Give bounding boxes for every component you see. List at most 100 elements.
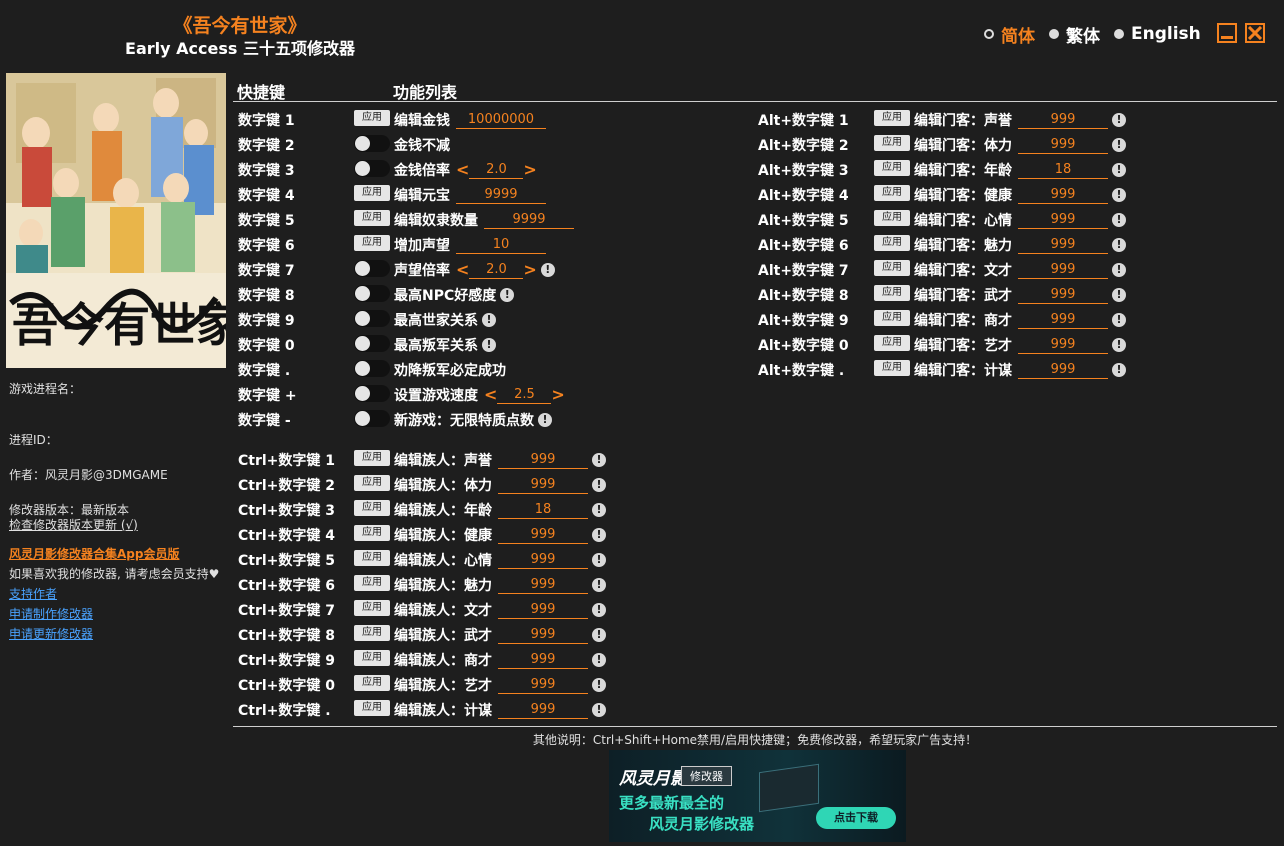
feature-item: 编辑金钱 10000000 — [394, 110, 546, 130]
value-input[interactable]: 999 — [498, 702, 588, 719]
feature-label: 最高NPC好感度 — [394, 288, 497, 304]
minimize-icon[interactable] — [1217, 23, 1237, 43]
lang-option-english[interactable]: English — [1114, 24, 1201, 44]
toggle-switch[interactable] — [354, 310, 390, 327]
toggle-switch[interactable] — [354, 285, 390, 302]
request-make-link[interactable]: 申请制作修改器 — [9, 606, 93, 622]
apply-button[interactable]: 应用 — [874, 360, 910, 376]
hotkey-label: Ctrl+数字键 1 — [238, 453, 336, 469]
apply-button[interactable]: 应用 — [354, 650, 390, 666]
value-input[interactable]: 999 — [1018, 312, 1108, 329]
apply-button[interactable]: 应用 — [874, 110, 910, 126]
value-input[interactable]: 999 — [1018, 362, 1108, 379]
toggle-switch[interactable] — [354, 160, 390, 177]
stepper-increase-button[interactable]: > — [523, 262, 536, 278]
apply-button[interactable]: 应用 — [354, 525, 390, 541]
request-update-link[interactable]: 申请更新修改器 — [9, 626, 93, 642]
feature-label: 编辑族人：魅力 — [394, 578, 492, 594]
feature-label: 编辑门客：声誉 — [914, 113, 1012, 129]
lang-option-traditional[interactable]: 繁体 — [1049, 22, 1100, 47]
vip-app-link[interactable]: 风灵月影修改器合集App会员版 — [9, 546, 179, 562]
value-input[interactable]: 10 — [456, 237, 546, 254]
value-input[interactable]: 999 — [1018, 262, 1108, 279]
apply-button[interactable]: 应用 — [354, 625, 390, 641]
value-input[interactable]: 999 — [1018, 287, 1108, 304]
stepper-value[interactable]: 2.0 — [469, 262, 524, 279]
apply-button[interactable]: 应用 — [874, 260, 910, 276]
stepper-decrease-button[interactable]: < — [456, 162, 469, 178]
stepper-decrease-button[interactable]: < — [484, 387, 497, 403]
game-title: 《吾今有世家》 — [173, 15, 307, 37]
apply-button[interactable]: 应用 — [874, 135, 910, 151]
value-input[interactable]: 999 — [498, 527, 588, 544]
apply-button[interactable]: 应用 — [354, 700, 390, 716]
apply-button[interactable]: 应用 — [354, 575, 390, 591]
apply-button[interactable]: 应用 — [354, 210, 390, 226]
stepper-increase-button[interactable]: > — [551, 387, 564, 403]
apply-button[interactable]: 应用 — [874, 235, 910, 251]
cheat-row: 数字键 9 最高世家关系! — [238, 307, 638, 329]
apply-button[interactable]: 应用 — [354, 550, 390, 566]
hotkey-label: Alt+数字键 1 — [758, 113, 849, 129]
apply-button[interactable]: 应用 — [874, 310, 910, 326]
value-input[interactable]: 10000000 — [456, 112, 546, 129]
hotkey-label: Ctrl+数字键 6 — [238, 578, 336, 594]
toggle-switch[interactable] — [354, 360, 390, 377]
value-input[interactable]: 9999 — [456, 187, 546, 204]
stepper-increase-button[interactable]: > — [523, 162, 536, 178]
lang-option-simplified[interactable]: 简体 — [984, 22, 1035, 47]
apply-button[interactable]: 应用 — [354, 235, 390, 251]
ad-banner[interactable]: 风灵月影 修改器 更多最新最全的 风灵月影修改器 点击下载 — [609, 750, 906, 842]
warning-icon: ! — [592, 703, 606, 717]
apply-button[interactable]: 应用 — [354, 500, 390, 516]
value-input[interactable]: 9999 — [484, 212, 574, 229]
toggle-switch[interactable] — [354, 260, 390, 277]
apply-button[interactable]: 应用 — [354, 675, 390, 691]
value-input[interactable]: 999 — [498, 602, 588, 619]
value-input[interactable]: 999 — [1018, 337, 1108, 354]
warning-icon: ! — [1112, 213, 1126, 227]
apply-button[interactable]: 应用 — [874, 285, 910, 301]
stepper-decrease-button[interactable]: < — [456, 262, 469, 278]
value-input[interactable]: 18 — [1018, 162, 1108, 179]
title-block: 《吾今有世家》 Early Access 三十五项修改器 — [120, 14, 360, 60]
ad-download-button[interactable]: 点击下载 — [816, 807, 896, 829]
apply-button[interactable]: 应用 — [354, 475, 390, 491]
value-input[interactable]: 999 — [498, 452, 588, 469]
stepper-value[interactable]: 2.5 — [497, 387, 552, 404]
hotkey-label: Alt+数字键 2 — [758, 138, 849, 154]
support-author-link[interactable]: 支持作者 — [9, 586, 57, 602]
toggle-switch[interactable] — [354, 385, 390, 402]
apply-button[interactable]: 应用 — [354, 600, 390, 616]
value-input[interactable]: 18 — [498, 502, 588, 519]
apply-button[interactable]: 应用 — [874, 210, 910, 226]
value-input[interactable]: 999 — [498, 552, 588, 569]
toggle-switch[interactable] — [354, 335, 390, 352]
value-input[interactable]: 999 — [498, 652, 588, 669]
apply-button[interactable]: 应用 — [354, 450, 390, 466]
close-icon[interactable] — [1245, 23, 1265, 43]
apply-button[interactable]: 应用 — [354, 110, 390, 126]
apply-button[interactable]: 应用 — [874, 335, 910, 351]
check-update-link[interactable]: 检查修改器版本更新 (√) — [9, 517, 138, 533]
value-input[interactable]: 999 — [1018, 187, 1108, 204]
warning-icon: ! — [1112, 288, 1126, 302]
value-input[interactable]: 999 — [498, 627, 588, 644]
process-name-label: 游戏进程名： — [9, 382, 82, 396]
hotkey-label: 数字键 6 — [238, 238, 295, 254]
apply-button[interactable]: 应用 — [354, 185, 390, 201]
toggle-switch[interactable] — [354, 135, 390, 152]
stepper-value[interactable]: 2.0 — [469, 162, 524, 179]
lang-label: English — [1131, 24, 1201, 44]
toggle-switch[interactable] — [354, 410, 390, 427]
warning-icon: ! — [592, 578, 606, 592]
value-input[interactable]: 999 — [1018, 237, 1108, 254]
apply-button[interactable]: 应用 — [874, 185, 910, 201]
apply-button[interactable]: 应用 — [874, 160, 910, 176]
value-input[interactable]: 999 — [1018, 112, 1108, 129]
value-input[interactable]: 999 — [1018, 137, 1108, 154]
value-input[interactable]: 999 — [498, 577, 588, 594]
value-input[interactable]: 999 — [498, 677, 588, 694]
value-input[interactable]: 999 — [1018, 212, 1108, 229]
value-input[interactable]: 999 — [498, 477, 588, 494]
